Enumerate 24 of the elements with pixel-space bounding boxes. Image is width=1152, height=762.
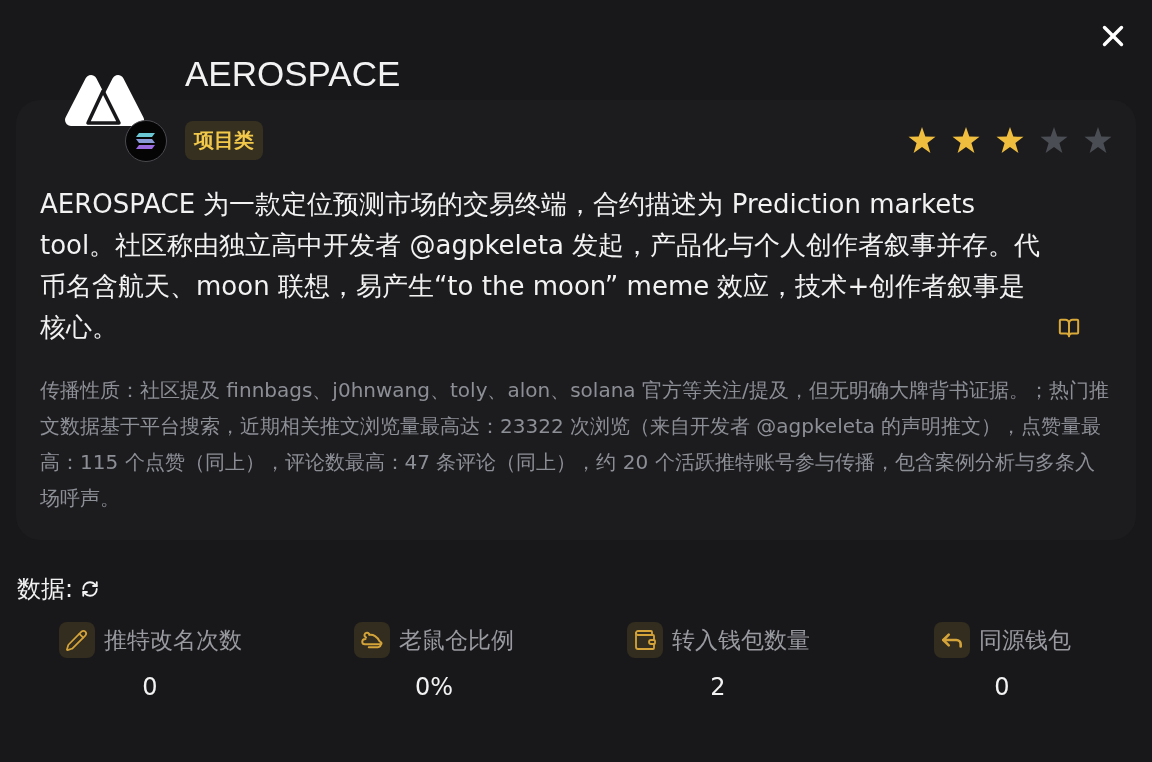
pencil-icon xyxy=(58,622,95,658)
wallet-icon xyxy=(626,622,663,658)
stat-value: 0% xyxy=(414,672,454,702)
striped-coin-icon xyxy=(125,120,167,162)
stat-label: 同源钱包 xyxy=(978,626,1071,655)
category-tag: 项目类 xyxy=(185,121,263,160)
stat-label: 转入钱包数量 xyxy=(671,626,810,655)
stat-value: 0 xyxy=(142,672,158,702)
stat-value: 0 xyxy=(994,672,1010,702)
spread-note-text: 传播性质：社区提及 finnbags、j0hnwang、toly、alon、solana 官方等关注/提及，但无明确大牌背书证据。；热门推文数据基于平台搜索，近期相关推文浏览量最高达：23322 次浏览（来自开发者 @agpkeleta 的声明推文），点赞量最高：115 个点赞（同上），评论数最高：47 条评论（同上），约 20 个活跃推特账号参与传播，包含案例分析与多条入场呼声。 xyxy=(40,377,1110,512)
description-text: AEROSPACE 为一款定位预测市场的交易终端，合约描述为 Prediction markets tool。社区称由独立高中开发者 @agpkeleta 发起，产品化与个人创作者叙事并存。代币名含航天、moon 联想，易产生“to the moon” meme 效应，技术+创作者叙事是核心。 xyxy=(40,188,1042,344)
data-section-title: 数据: xyxy=(17,574,74,604)
star-icon xyxy=(952,127,980,154)
stat-value: 2 xyxy=(710,672,726,702)
stat-label: 推特改名次数 xyxy=(103,626,242,655)
mouse-icon xyxy=(354,622,390,658)
token-title: AEROSPACE xyxy=(185,54,401,94)
star-icon xyxy=(908,127,936,154)
refresh-icon[interactable] xyxy=(81,580,100,598)
star-icon xyxy=(996,127,1024,154)
star-icon xyxy=(1084,127,1112,154)
stat-label: 老鼠仓比例 xyxy=(399,626,514,655)
star-icon xyxy=(1040,127,1068,154)
book-icon[interactable] xyxy=(1058,317,1080,339)
